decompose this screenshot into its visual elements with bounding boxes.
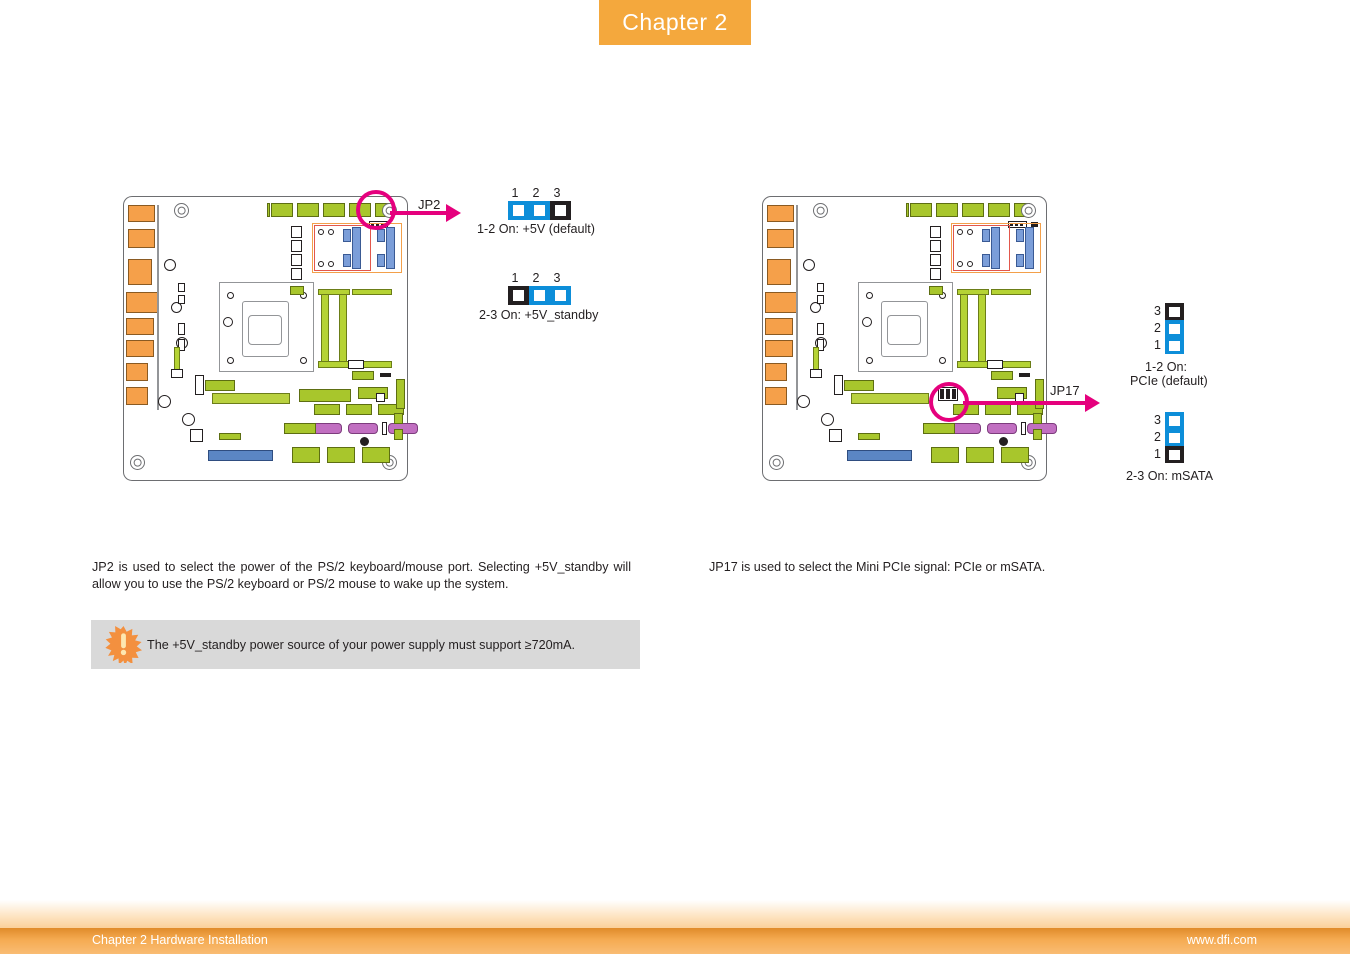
jumper-pin [508,201,529,220]
jp2-description-paragraph: JP2 is used to select the power of the P… [92,560,631,591]
pin-number: 3 [1154,413,1161,427]
jumper-pin [1165,412,1184,429]
jumper-pin [529,201,550,220]
warning-starburst-icon [105,626,142,663]
chapter-tab: Chapter 2 [599,0,751,45]
pin-number: 3 [1154,304,1161,318]
pin-number: 2 [532,271,540,285]
memory-slot [960,289,968,367]
mounting-hole-icon [130,455,145,470]
pin-number: 1 [1154,447,1161,461]
jumper-pin [1165,320,1184,337]
jumper-pin [550,286,571,305]
dimm-slot [352,227,361,269]
pin-number: 2 [532,186,540,200]
pin-number: 2 [1154,430,1161,444]
jp17-jumper-caption-1-line1: 1-2 On: [1145,360,1187,374]
pin-number: 1 [511,271,519,285]
page-footer: Chapter 2 Hardware Installation www.dfi.… [0,900,1350,954]
footer-bar: Chapter 2 Hardware Installation www.dfi.… [0,928,1350,954]
memory-slot [978,289,986,367]
memory-slot [321,289,329,367]
pcie-slot [208,450,273,461]
page-header: Chapter 2 [0,0,1350,45]
jp2-jumper-caption-1: 1-2 On: +5V (default) [477,222,595,236]
chapter-tab-label: Chapter 2 [622,9,728,35]
jp2-jumper-diagram-1: 1 2 3 [508,186,571,220]
connector-purple [951,423,981,434]
jumper-pin [508,286,529,305]
jp17-jumper-caption-1-line2: PCIe (default) [1130,374,1208,388]
footer-website-link[interactable]: www.dfi.com [1187,933,1257,947]
jp17-callout-arrow-head [1085,394,1100,412]
jp17-callout-label: JP17 [1050,383,1080,398]
jp2-jumper-diagram-2: 1 2 3 [508,271,571,305]
jumper-pin [1165,429,1184,446]
pin-number: 3 [553,186,561,200]
pcie-slot [847,450,912,461]
connector-purple [348,423,378,434]
dimm-slot [386,227,395,269]
dimm-slot [1025,227,1034,269]
pin-number: 1 [1154,338,1161,352]
pin-number: 3 [553,271,561,285]
pin-number: 2 [1154,321,1161,335]
motherboard-diagram-right [762,196,1057,481]
jp17-callout-arrow-line [963,401,1085,405]
connector-purple [388,423,418,434]
jumper-pin [1165,446,1184,463]
mounting-hole-icon [174,203,189,218]
footer-chapter-label: Chapter 2 Hardware Installation [92,933,268,947]
jumper-pin [1165,337,1184,354]
jp2-callout-circle [356,190,396,230]
mounting-hole-icon [1021,203,1036,218]
connector-purple [987,423,1017,434]
connector-purple [312,423,342,434]
jumper-pin [550,201,571,220]
jp17-description-paragraph: JP17 is used to select the Mini PCIe sig… [709,560,1046,574]
motherboard-diagram-left [123,196,418,481]
jp2-jumper-caption-2: 2-3 On: +5V_standby [479,308,599,322]
jumper-pin [529,286,550,305]
memory-slot [339,289,347,367]
pin-number: 1 [511,186,519,200]
mounting-hole-icon [769,455,784,470]
connector-purple [1027,423,1057,434]
jumper-pin [1165,303,1184,320]
dimm-slot [991,227,1000,269]
footer-gradient [0,900,1350,928]
jp17-jumper-caption-2: 2-3 On: mSATA [1126,469,1214,483]
warning-note-box: The +5V_standby power source of your pow… [91,620,640,669]
jp2-callout-arrow-head [446,204,461,222]
jp2-callout-label: JP2 [418,197,441,212]
mounting-hole-icon [813,203,828,218]
expansion-header [212,393,290,404]
warning-note-text: The +5V_standby power source of your pow… [147,637,575,652]
